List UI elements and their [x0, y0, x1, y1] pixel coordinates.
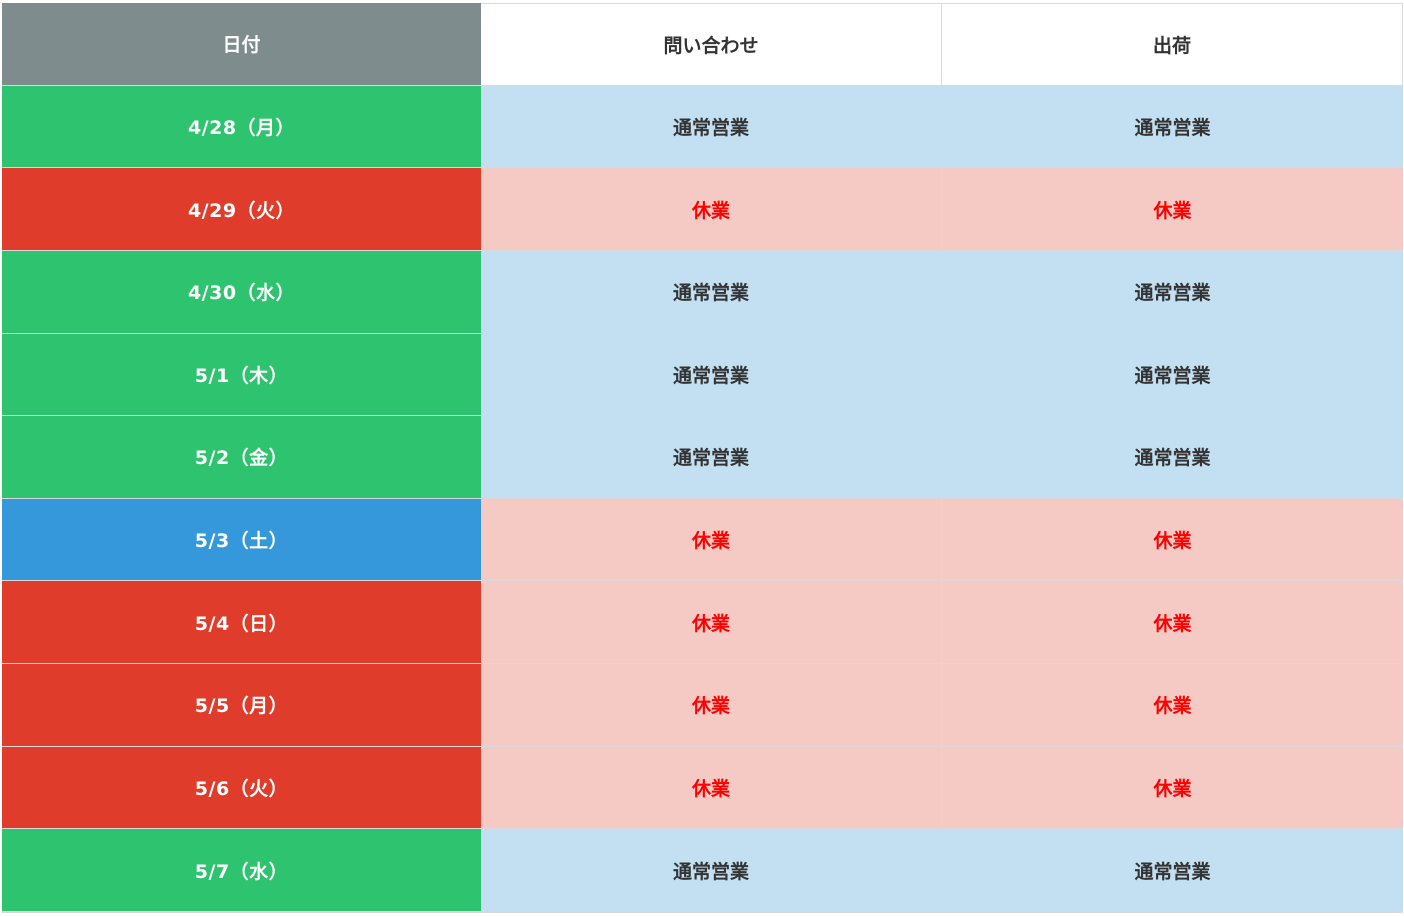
row-inquiry: 休業 — [481, 498, 942, 582]
row-inquiry: 休業 — [481, 168, 942, 251]
row-inquiry: 通常営業 — [481, 250, 942, 334]
row-inquiry: 通常営業 — [481, 85, 942, 169]
row-date: 5/4（日） — [2, 581, 481, 665]
row-date: 5/6（火） — [2, 746, 481, 830]
row-date: 5/5（月） — [2, 664, 481, 747]
row-date: 5/7（水） — [2, 829, 481, 912]
row-date: 4/29（火） — [2, 168, 481, 251]
row-inquiry: 休業 — [481, 664, 942, 747]
row-shipping: 休業 — [942, 581, 1403, 665]
header-inquiry: 問い合わせ — [481, 3, 942, 86]
row-inquiry: 休業 — [481, 746, 942, 830]
row-inquiry: 通常営業 — [481, 829, 942, 912]
row-date: 4/30（水） — [2, 250, 481, 334]
row-shipping: 通常営業 — [942, 85, 1403, 169]
row-shipping: 通常営業 — [942, 250, 1403, 334]
business-schedule-table: 日付 問い合わせ 出荷 4/28（月） 通常営業 通常営業 4/29（火） 休業… — [2, 3, 1403, 913]
row-inquiry: 休業 — [481, 581, 942, 665]
header-shipping: 出荷 — [942, 3, 1403, 86]
row-inquiry: 通常営業 — [481, 333, 942, 417]
header-date: 日付 — [2, 3, 481, 86]
row-shipping: 通常営業 — [942, 829, 1403, 912]
row-date: 5/1（木） — [2, 333, 481, 417]
row-inquiry: 通常営業 — [481, 416, 942, 499]
row-shipping: 休業 — [942, 498, 1403, 582]
row-shipping: 休業 — [942, 168, 1403, 251]
row-date: 5/2（金） — [2, 416, 481, 499]
row-shipping: 通常営業 — [942, 416, 1403, 499]
row-shipping: 休業 — [942, 746, 1403, 830]
row-shipping: 休業 — [942, 664, 1403, 747]
row-date: 5/3（土） — [2, 498, 481, 582]
row-date: 4/28（月） — [2, 85, 481, 169]
row-shipping: 通常営業 — [942, 333, 1403, 417]
